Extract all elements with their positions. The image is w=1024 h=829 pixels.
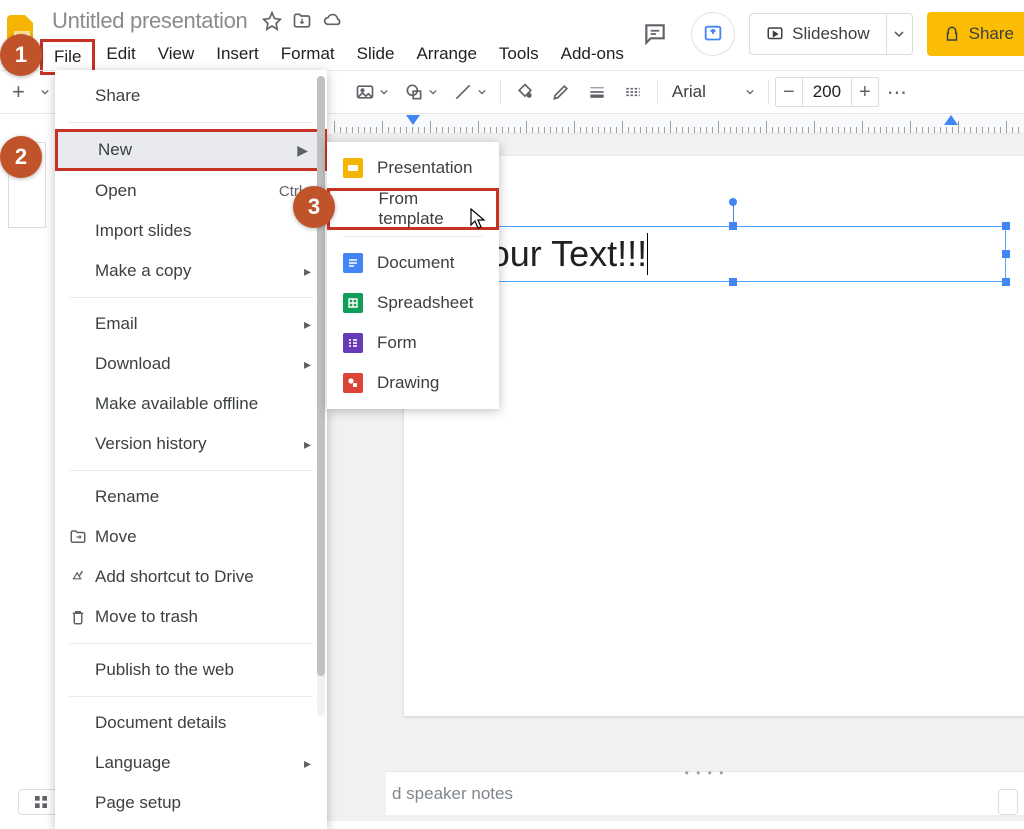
lock-icon bbox=[943, 25, 961, 43]
app-header: Untitled presentation File Edit View Ins… bbox=[0, 0, 1024, 70]
slide-thumbnails[interactable] bbox=[0, 134, 56, 821]
annotation-badge-1: 1 bbox=[0, 34, 42, 76]
new-slide-dropdown-icon[interactable] bbox=[33, 82, 57, 102]
file-import-slides[interactable]: Import slides bbox=[55, 211, 327, 251]
speaker-notes[interactable]: • • • • d speaker notes bbox=[386, 771, 1024, 815]
file-publish[interactable]: Publish to the web bbox=[55, 650, 327, 690]
horizontal-ruler[interactable] bbox=[334, 114, 1024, 134]
speaker-notes-text: d speaker notes bbox=[392, 784, 513, 804]
grid-icon bbox=[33, 794, 49, 810]
new-document[interactable]: Document bbox=[327, 243, 499, 283]
file-page-setup[interactable]: Page setup bbox=[55, 783, 327, 823]
play-slideshow-icon bbox=[766, 25, 784, 43]
document-title[interactable]: Untitled presentation bbox=[48, 6, 252, 36]
file-rename[interactable]: Rename bbox=[55, 477, 327, 517]
border-dash-icon[interactable] bbox=[615, 76, 651, 108]
shape-insert-icon[interactable] bbox=[396, 76, 445, 108]
drag-handle-icon[interactable]: • • • • bbox=[685, 766, 726, 780]
chevron-down-icon bbox=[746, 88, 754, 96]
text-cursor bbox=[647, 233, 648, 275]
file-menu-dropdown: Share New▶ OpenCtrl+ Import slides Make … bbox=[55, 70, 327, 829]
file-move[interactable]: Move bbox=[55, 517, 327, 557]
mouse-cursor-icon bbox=[470, 208, 488, 235]
font-size-increase[interactable]: + bbox=[852, 81, 878, 104]
file-document-details[interactable]: Document details bbox=[55, 703, 327, 743]
text-box[interactable]: Your Text!!! bbox=[460, 226, 1006, 282]
more-toolbar-icon[interactable]: ⋯ bbox=[879, 74, 917, 111]
file-email[interactable]: Email▸ bbox=[55, 304, 327, 344]
new-drawing[interactable]: Drawing bbox=[327, 363, 499, 403]
file-version-history[interactable]: Version history▸ bbox=[55, 424, 327, 464]
fill-color-icon[interactable] bbox=[507, 76, 543, 108]
side-panel-toggle[interactable] bbox=[998, 789, 1018, 815]
font-size-decrease[interactable]: − bbox=[776, 81, 802, 104]
menu-scrollbar[interactable] bbox=[317, 76, 325, 716]
image-insert-icon[interactable] bbox=[347, 76, 396, 108]
drive-shortcut-icon bbox=[69, 568, 95, 586]
trash-icon bbox=[69, 608, 95, 626]
file-add-shortcut[interactable]: Add shortcut to Drive bbox=[55, 557, 327, 597]
new-slide-button[interactable]: + bbox=[4, 73, 33, 111]
font-name: Arial bbox=[672, 82, 706, 102]
new-form[interactable]: Form bbox=[327, 323, 499, 363]
font-size-stepper[interactable]: − 200 + bbox=[775, 77, 879, 107]
slides-icon bbox=[343, 158, 363, 178]
new-submenu: Presentation From template Document Spre… bbox=[327, 142, 499, 409]
file-make-copy[interactable]: Make a copy▸ bbox=[55, 251, 327, 291]
move-folder-icon[interactable] bbox=[292, 11, 312, 31]
file-share[interactable]: Share bbox=[55, 76, 327, 116]
file-open[interactable]: OpenCtrl+ bbox=[55, 171, 327, 211]
new-presentation[interactable]: Presentation bbox=[327, 148, 499, 188]
cloud-status-icon[interactable] bbox=[322, 11, 344, 31]
font-size-value[interactable]: 200 bbox=[802, 78, 852, 106]
present-icon[interactable] bbox=[691, 12, 735, 56]
sheets-icon bbox=[343, 293, 363, 313]
border-color-icon[interactable] bbox=[543, 76, 579, 108]
share-label: Share bbox=[969, 24, 1014, 44]
star-icon[interactable] bbox=[262, 11, 282, 31]
slideshow-label: Slideshow bbox=[792, 24, 870, 44]
file-offline[interactable]: Make available offline bbox=[55, 384, 327, 424]
docs-icon bbox=[343, 253, 363, 273]
file-trash[interactable]: Move to trash bbox=[55, 597, 327, 637]
share-button[interactable]: Share bbox=[927, 12, 1024, 56]
font-select[interactable]: Arial bbox=[664, 82, 762, 102]
file-language[interactable]: Language▸ bbox=[55, 743, 327, 783]
border-weight-icon[interactable] bbox=[579, 76, 615, 108]
new-spreadsheet[interactable]: Spreadsheet bbox=[327, 283, 499, 323]
comments-icon[interactable] bbox=[633, 12, 677, 56]
forms-icon bbox=[343, 333, 363, 353]
file-download[interactable]: Download▸ bbox=[55, 344, 327, 384]
file-new[interactable]: New▶ bbox=[55, 129, 327, 171]
line-insert-icon[interactable] bbox=[445, 76, 494, 108]
slideshow-button[interactable]: Slideshow bbox=[749, 13, 913, 55]
annotation-badge-2: 2 bbox=[0, 136, 42, 178]
annotation-badge-3: 3 bbox=[293, 186, 335, 228]
move-icon bbox=[69, 528, 95, 546]
slideshow-dropdown-icon[interactable] bbox=[886, 14, 912, 54]
drawings-icon bbox=[343, 373, 363, 393]
